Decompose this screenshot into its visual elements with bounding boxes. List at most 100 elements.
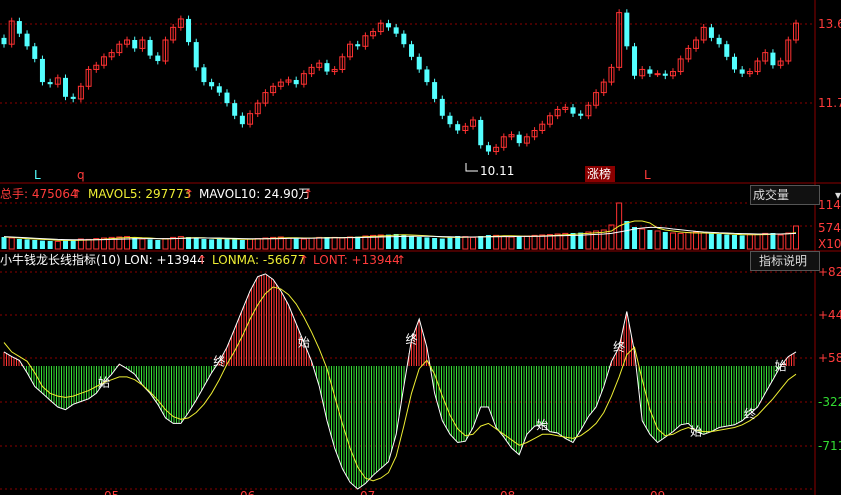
volume-bar <box>232 239 238 249</box>
signal-label: 始 <box>536 418 548 432</box>
indicator-lines <box>3 273 797 490</box>
volume-bar <box>362 235 369 250</box>
volume-bar <box>186 237 192 249</box>
candle-body <box>485 145 491 152</box>
volume-bar <box>8 237 15 250</box>
indicator-help-button[interactable]: 指标说明 <box>750 251 820 271</box>
volume-axis-label: 5745 <box>818 221 841 235</box>
candle-body <box>201 67 207 83</box>
candle-body <box>624 12 630 47</box>
candle-body <box>432 82 438 99</box>
volume-bar <box>523 235 530 250</box>
up-arrow-icon: ↑ <box>197 253 207 267</box>
candle-body <box>393 27 399 34</box>
candle-body <box>324 63 330 72</box>
x-tick-label: 07 <box>360 489 375 495</box>
x-tick-label: 09 <box>650 489 665 495</box>
volume-bar <box>777 234 784 250</box>
x-tick-label: 08 <box>500 489 515 495</box>
chevron-down-icon[interactable]: ▾ <box>835 186 841 204</box>
candle-body <box>32 46 38 59</box>
low-price-label: 10.11 <box>480 164 514 178</box>
volume-bar <box>739 235 745 249</box>
volume-bar <box>693 231 700 250</box>
signal-label: 始 <box>690 425 702 439</box>
volume-bar <box>347 236 354 250</box>
volume-bar <box>746 234 753 250</box>
candle-body <box>155 55 161 62</box>
volume-bar <box>731 235 737 249</box>
volume-bar <box>500 235 507 250</box>
mavol5-line <box>3 220 797 241</box>
candle-body <box>293 79 299 85</box>
lonma-label: LONMA: -56677 <box>212 253 305 267</box>
volume-bar <box>478 236 484 249</box>
volume-bar <box>16 239 22 249</box>
stock-chart[interactable]: 始终始终始终始终始 13.6 11.7 1149 5745 X100 +827 … <box>0 0 841 495</box>
candle-body <box>662 73 668 76</box>
marker-L: L <box>34 168 41 182</box>
volume-bar <box>424 237 430 249</box>
candle-body <box>654 73 661 76</box>
candle-body <box>409 44 415 57</box>
candle-body <box>416 56 422 70</box>
up-arrow-icon: ↑ <box>303 187 313 201</box>
indicator-axis-label: -322 <box>818 395 841 409</box>
volume-bar <box>654 230 661 250</box>
volume-bar <box>455 236 461 249</box>
volume-bar <box>700 232 707 250</box>
volume-bar <box>285 237 292 250</box>
lont-histogram <box>3 274 795 489</box>
volume-axis-label: X100 <box>818 237 841 251</box>
candle-body <box>439 98 445 116</box>
lon-label: LON: +13944 <box>124 253 205 267</box>
volume-bar <box>439 238 445 249</box>
volume-bar <box>416 237 422 249</box>
zhangbang-badge: 涨榜 <box>587 166 611 181</box>
volume-bar <box>300 238 307 250</box>
volume-bar <box>85 238 92 250</box>
candle-body <box>47 82 53 85</box>
volume-bar <box>677 232 684 250</box>
volume-bar <box>516 236 522 249</box>
volume-bar <box>762 232 769 250</box>
lont-label: LONT: +13944 <box>313 253 400 267</box>
volume-bar <box>724 234 730 249</box>
candle-body <box>209 82 215 87</box>
volume-bar <box>254 238 261 250</box>
candle-body <box>455 124 461 131</box>
candle-body <box>478 119 484 146</box>
volume-bar <box>331 236 338 250</box>
volume-bar <box>339 237 346 250</box>
volume-bar <box>262 237 269 250</box>
volume-bar <box>770 233 776 249</box>
volume-bar <box>224 238 230 249</box>
up-arrow-icon: ↑ <box>184 187 194 201</box>
candle-body <box>570 107 576 114</box>
volume-bar <box>162 238 169 250</box>
signal-label: 终 <box>406 332 418 347</box>
candle-body <box>632 46 638 76</box>
volume-bar <box>239 240 245 249</box>
volume-bar <box>632 227 638 249</box>
mavol10-label: MAVOL10: 24.90万 <box>199 187 310 201</box>
candle-body <box>739 69 745 74</box>
candle-body <box>232 103 238 116</box>
signal-label: 始 <box>98 375 110 389</box>
candle-body <box>724 44 730 57</box>
candle-body <box>147 39 153 56</box>
candle-body <box>401 33 407 45</box>
candle-body <box>193 42 199 68</box>
x-tick-label: 06 <box>240 489 255 495</box>
volume-bar <box>508 236 515 250</box>
signal-label: 始 <box>775 359 787 373</box>
volume-bar <box>793 225 799 250</box>
volume-indicator-select[interactable]: 成交量 ▾ <box>750 185 841 205</box>
indicator-name-label: 小牛钱龙长线指标(10) <box>0 252 121 267</box>
candle-body <box>385 23 391 28</box>
volume-bar <box>139 238 146 250</box>
indicator-help-label: 指标说明 <box>759 254 808 268</box>
volume-bar <box>546 234 553 250</box>
candle-body <box>1 37 7 45</box>
candle-body <box>70 96 76 99</box>
